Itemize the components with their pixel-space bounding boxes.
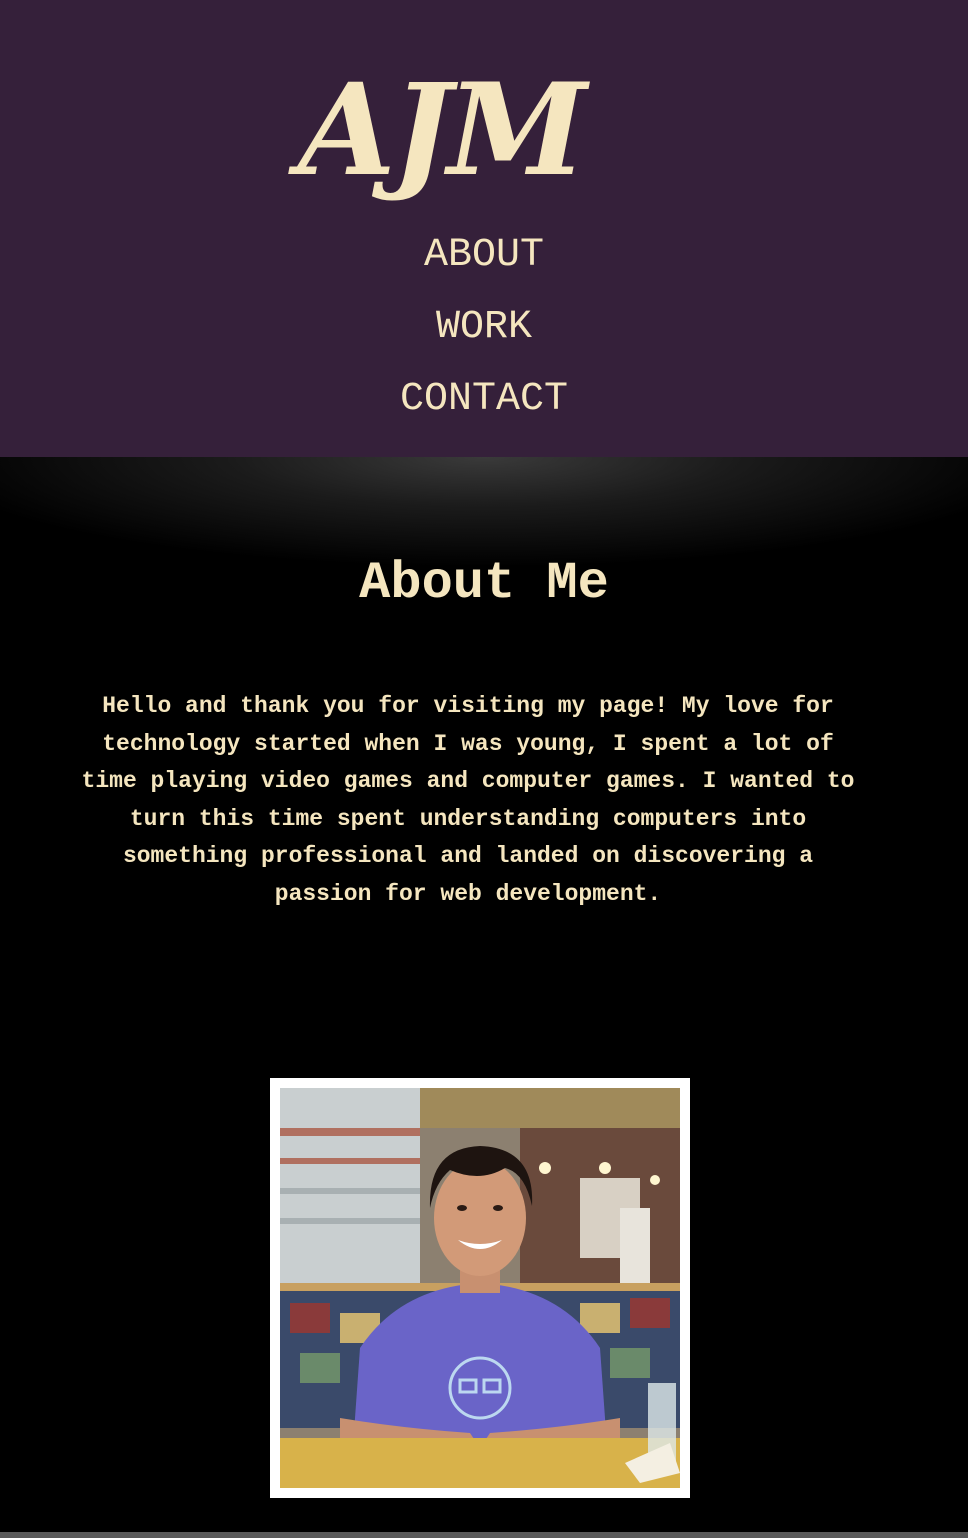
nav-link-contact[interactable]: CONTACT <box>0 364 968 436</box>
site-logo[interactable]: AJM <box>298 50 588 210</box>
profile-photo <box>280 1088 680 1488</box>
profile-photo-frame <box>270 1078 690 1498</box>
site-header: AJM ABOUT WORK CONTACT <box>0 0 968 457</box>
nav-link-work[interactable]: WORK <box>0 292 968 364</box>
nav-link-about[interactable]: ABOUT <box>0 220 968 292</box>
bottom-scroll-edge <box>0 1532 968 1538</box>
main-nav: ABOUT WORK CONTACT <box>0 220 968 436</box>
profile-photo-illustration <box>280 1088 680 1488</box>
about-heading: About Me <box>359 554 609 613</box>
about-paragraph: Hello and thank you for visiting my page… <box>81 693 855 907</box>
